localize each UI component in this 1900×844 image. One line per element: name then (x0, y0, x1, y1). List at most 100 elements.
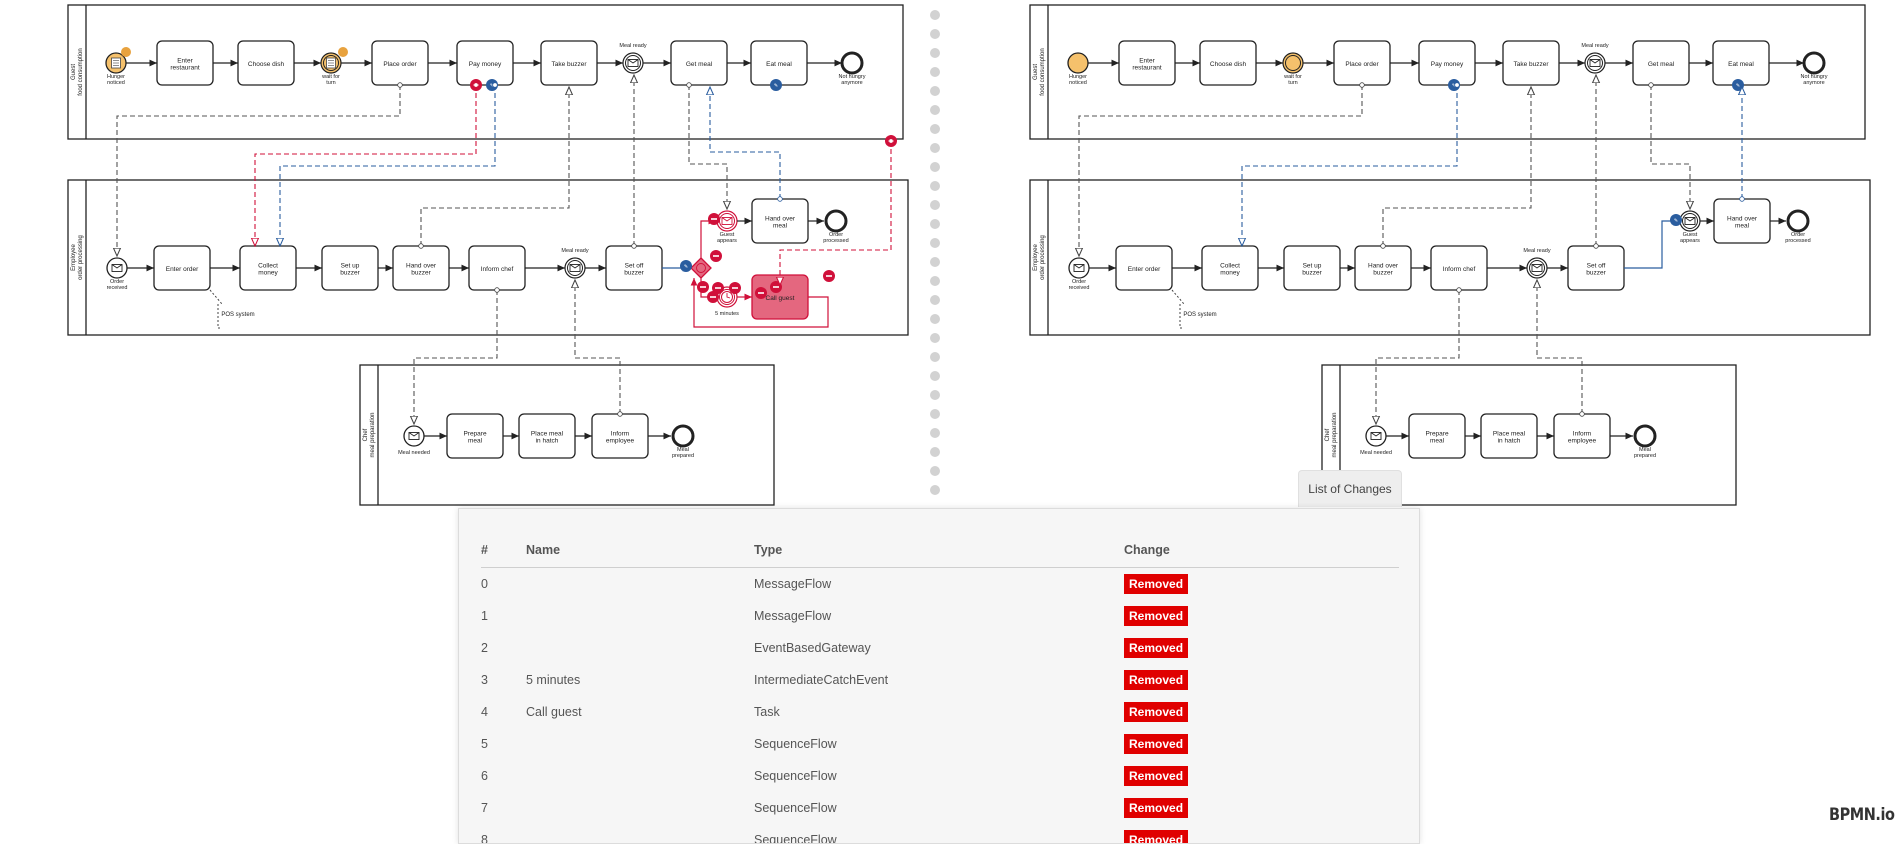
col-header-name: Name (526, 533, 754, 568)
meal-ready-event-label: Meal ready (1523, 248, 1550, 254)
left-diagram[interactable]: Guestfood consumptionEmployeeorder proce… (67, 4, 909, 506)
splitter-grip-dot (930, 29, 940, 39)
pay-money-task-label: Pay money (469, 61, 502, 68)
row-num: 7 (481, 801, 488, 815)
changed-badge-glyph: ✎ (1736, 83, 1740, 89)
get-meal-task-label: Get meal (1648, 61, 1675, 68)
row-name (526, 632, 754, 664)
row-name (526, 760, 754, 792)
row-num: 1 (481, 609, 488, 623)
table-row[interactable]: 7 SequenceFlow Removed (481, 792, 1399, 824)
splitter-grip-dot (930, 485, 940, 495)
place-order-task-label: Place order (383, 61, 417, 68)
row-name: 5 minutes (526, 673, 581, 687)
table-row[interactable]: 1 MessageFlow Removed (481, 600, 1399, 632)
changes-table: # Name Type Change 0 MessageFlow Removed 1… (481, 533, 1399, 844)
table-row[interactable]: 2 EventBasedGateway Removed (481, 632, 1399, 664)
splitter-grip-dot (930, 67, 940, 77)
splitter-grip-dot (930, 390, 940, 400)
set-up-buzzer-task-label: Set up buzzer (340, 262, 360, 276)
splitter-grip-dot (930, 409, 940, 419)
splitter-grip-dot (930, 181, 940, 191)
removed-badge: Removed (1124, 670, 1189, 690)
list-of-changes-tab[interactable]: List of Changes (1298, 470, 1402, 507)
row-type: SequenceFlow (754, 769, 837, 783)
get-meal-task-label: Get meal (686, 61, 713, 68)
table-row[interactable]: 3 5 minutes IntermediateCatchEvent Removed (481, 664, 1399, 696)
table-row[interactable]: 8 SequenceFlow Removed (481, 824, 1399, 844)
place-order-task-label: Place order (1345, 61, 1379, 68)
changes-header-row: # Name Type Change (481, 533, 1399, 568)
splitter-grip-dot (930, 314, 940, 324)
row-name (526, 600, 754, 632)
row-num: 4 (481, 705, 488, 719)
splitter-grip-dot (930, 219, 940, 229)
enter-order-task-label: Enter order (166, 266, 199, 273)
meal-ready-event-label: Meal ready (619, 43, 646, 49)
collect-money-task-label: Collect money (1220, 262, 1240, 276)
removed-badge: Removed (1124, 734, 1189, 754)
meal-prepared-end-event[interactable] (671, 424, 695, 448)
table-row[interactable]: 6 SequenceFlow Removed (481, 760, 1399, 792)
splitter-grip-dot (930, 10, 940, 20)
order-processed-end-event[interactable] (824, 209, 848, 233)
removed-badge: Removed (1124, 798, 1189, 818)
splitter-grip-dot (930, 105, 940, 115)
table-row[interactable]: 0 MessageFlow Removed (481, 568, 1399, 601)
not-hungry-end-event-label: Not hungry anymore (839, 74, 866, 86)
not-hungry-end-event[interactable] (840, 51, 864, 75)
row-type: Task (754, 705, 780, 719)
col-header-type: Type (754, 533, 1124, 568)
set-off-buzzer-task-label: Set off buzzer (1586, 262, 1606, 276)
splitter-grip-dot (930, 428, 940, 438)
col-header-num: # (481, 533, 526, 568)
hunger-noticed-event-label: Hunger noticed (1069, 74, 1087, 86)
row-num: 0 (481, 577, 488, 591)
row-num: 3 (481, 673, 488, 687)
changed-badge-glyph: ✎ (490, 83, 494, 89)
inform-chef-task-label: Inform chef (1443, 266, 1476, 273)
splitter-grip-dot (930, 295, 940, 305)
col-header-change: Change (1124, 533, 1399, 568)
row-name (526, 792, 754, 824)
row-num: 5 (481, 737, 488, 751)
pos-system-label: POS system (221, 312, 254, 318)
row-type: MessageFlow (754, 577, 832, 591)
row-num: 2 (481, 641, 488, 655)
inform-chef-task-label: Inform chef (481, 266, 514, 273)
splitter-grip-dot (930, 238, 940, 248)
meal-ready-event-label: Meal ready (1581, 43, 1608, 49)
take-buzzer-task-label: Take buzzer (1513, 61, 1549, 68)
table-row[interactable]: 4 Call guest Task Removed (481, 696, 1399, 728)
splitter-grip-dot (930, 48, 940, 58)
five-minutes-timer-event-label: 5 minutes (715, 311, 739, 317)
order-processed-end-event[interactable] (1786, 209, 1810, 233)
splitter-grip-dot (930, 447, 940, 457)
eat-meal-task-label: Eat meal (1728, 61, 1754, 68)
removed-badge: Removed (1124, 574, 1189, 594)
row-type: MessageFlow (754, 609, 832, 623)
meal-prepared-end-event[interactable] (1633, 424, 1657, 448)
hunger-noticed-event[interactable] (1067, 52, 1089, 74)
take-buzzer-task-label: Take buzzer (551, 61, 587, 68)
splitter-grip-dot (930, 124, 940, 134)
enter-order-task-label: Enter order (1128, 266, 1161, 273)
row-num: 8 (481, 833, 488, 844)
choose-dish-task-label: Choose dish (1210, 61, 1247, 68)
splitter-grip-dot (930, 276, 940, 286)
not-hungry-end-event[interactable] (1802, 51, 1826, 75)
row-type: SequenceFlow (754, 737, 837, 751)
changed-badge-glyph: ✎ (774, 83, 778, 89)
choose-dish-task-label: Choose dish (248, 61, 285, 68)
removed-badge: Removed (1124, 638, 1189, 658)
table-row[interactable]: 5 SequenceFlow Removed (481, 728, 1399, 760)
call-guest-task-label: Call guest (766, 295, 795, 302)
right-diagram[interactable]: Guestfood consumptionEmployeeorder proce… (1029, 4, 1871, 506)
set-up-buzzer-task-label: Set up buzzer (1302, 262, 1322, 276)
row-name (526, 728, 754, 760)
row-name (526, 824, 754, 843)
split-divider[interactable] (929, 0, 941, 505)
hunger-noticed-event-label: Hunger noticed (107, 74, 125, 86)
guest-appears-event-label: Guest appears (1680, 232, 1700, 244)
changed-badge-glyph: ✎ (1674, 218, 1678, 224)
